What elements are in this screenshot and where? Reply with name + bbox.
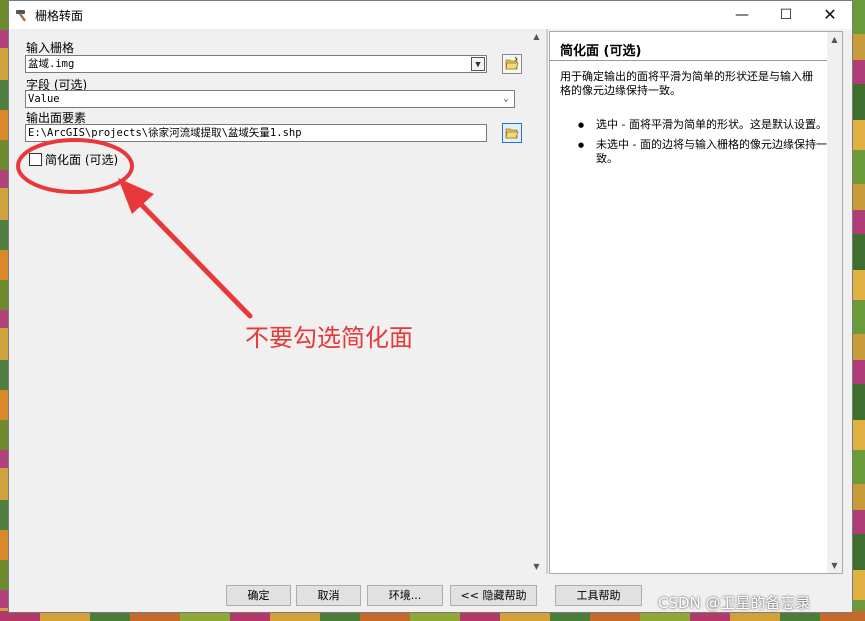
tool-help-button[interactable]: 工具帮助: [555, 585, 642, 606]
simplify-checkbox[interactable]: [29, 153, 42, 166]
field-combo[interactable]: Value ⌄: [25, 90, 515, 108]
hammer-icon: [16, 10, 27, 22]
output-features-input[interactable]: E:\ArcGIS\projects\徐家河流域提取\盆域矢量1.shp: [25, 124, 487, 142]
pane-divider[interactable]: [546, 29, 548, 574]
help-list-item: 未选中 - 面的边将与输入栅格的像元边缘保持一致。: [578, 138, 828, 166]
input-raster-label: 输入栅格: [26, 41, 75, 55]
help-separator: [550, 60, 828, 61]
input-raster-value: 盆域.img: [28, 58, 75, 70]
parameters-scrollbar[interactable]: ▲ ▼: [529, 29, 544, 574]
chevron-down-icon[interactable]: ▼: [471, 57, 485, 71]
help-list-item: 选中 - 面将平滑为简单的形状。这是默认设置。: [578, 118, 828, 132]
hide-help-button[interactable]: << 隐藏帮助: [450, 585, 537, 606]
simplify-label[interactable]: 简化面 (可选): [45, 151, 118, 168]
help-pane: 简化面 (可选) 用于确定输出的面将平滑为简单的形状还是与输入栅格的像元边缘保持…: [549, 31, 843, 574]
folder-open-icon: [505, 56, 519, 70]
parameters-pane: 输入栅格 盆域.img ▼ 字段 (可选) Value ⌄ 输出面要素 E:\A…: [15, 29, 531, 574]
scroll-down-icon[interactable]: ▼: [529, 559, 544, 574]
input-raster-browse-button[interactable]: [502, 54, 522, 74]
folder-open-icon: [505, 128, 519, 139]
close-button[interactable]: ✕: [808, 1, 852, 29]
chevron-down-icon[interactable]: ⌄: [499, 92, 513, 106]
scroll-up-icon[interactable]: ▲: [827, 32, 842, 47]
output-features-browse-button[interactable]: [502, 123, 522, 143]
help-list: 选中 - 面将平滑为简单的形状。这是默认设置。 未选中 - 面的边将与输入栅格的…: [578, 118, 828, 172]
map-background-left: [0, 0, 8, 621]
maximize-button[interactable]: ☐: [764, 1, 808, 29]
map-background-right: [853, 0, 865, 621]
input-raster-combo[interactable]: 盆域.img ▼: [25, 55, 487, 73]
field-value: Value: [28, 93, 60, 105]
scroll-up-icon[interactable]: ▲: [529, 29, 544, 44]
scroll-down-icon[interactable]: ▼: [827, 558, 842, 573]
help-scrollbar[interactable]: ▲ ▼: [827, 32, 842, 573]
help-title: 简化面 (可选): [560, 44, 642, 59]
minimize-button[interactable]: —: [720, 1, 764, 29]
title-bar: 栅格转面 — ☐ ✕: [9, 1, 852, 29]
ok-button[interactable]: 确定: [226, 585, 291, 606]
window-title: 栅格转面: [35, 9, 84, 23]
environments-button[interactable]: 环境...: [367, 585, 443, 606]
watermark: CSDN @卫星的备忘录: [658, 594, 811, 612]
help-description: 用于确定输出的面将平滑为简单的形状还是与输入栅格的像元边缘保持一致。: [560, 70, 813, 97]
cancel-button[interactable]: 取消: [296, 585, 361, 606]
annotation-text: 不要勾选简化面: [245, 324, 413, 352]
tool-dialog: 栅格转面 — ☐ ✕ 输入栅格 盆域.img ▼ 字段 (可选) Value ⌄…: [8, 0, 853, 613]
output-features-value: E:\ArcGIS\projects\徐家河流域提取\盆域矢量1.shp: [28, 127, 302, 139]
